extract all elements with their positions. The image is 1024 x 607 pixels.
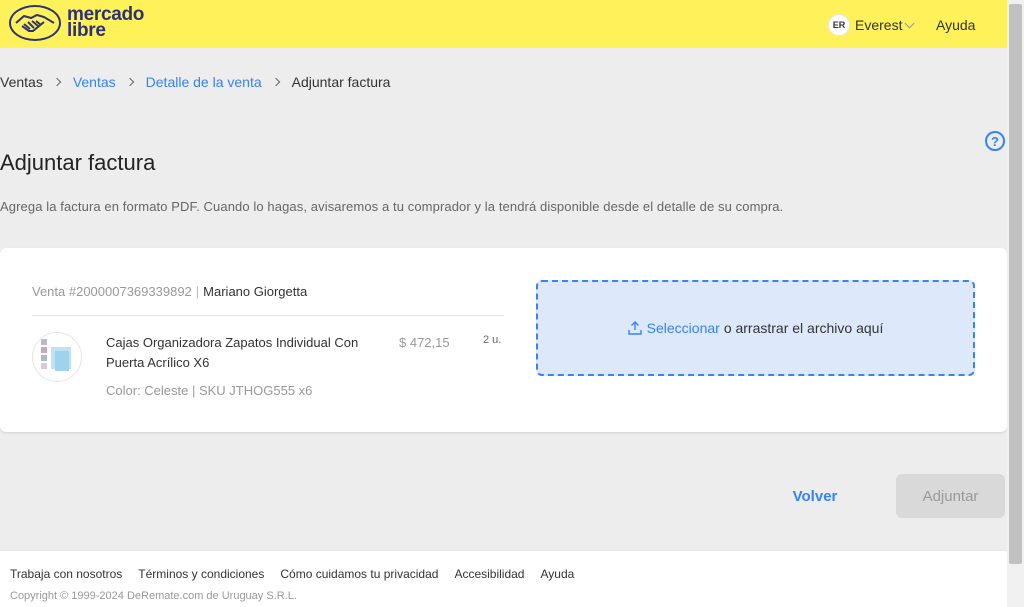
chevron-right-icon — [125, 77, 134, 87]
scrollbar-thumb[interactable] — [1009, 4, 1022, 564]
footer-links: Trabaja con nosotros Términos y condicio… — [10, 567, 590, 581]
copyright: Copyright © 1999-2024 DeRemate.com de Ur… — [10, 590, 297, 602]
separator: | — [195, 284, 200, 299]
breadcrumb-ventas-root: Ventas — [0, 74, 43, 90]
footer-link-jobs[interactable]: Trabaja con nosotros — [10, 567, 122, 581]
logo-text-line2: libre — [67, 20, 106, 41]
footer: Trabaja con nosotros Términos y condicio… — [0, 550, 1007, 607]
product-quantity: 2 u. — [483, 334, 502, 346]
select-file-link[interactable]: Seleccionar — [647, 320, 720, 336]
help-link[interactable]: Ayuda — [936, 17, 975, 33]
file-dropzone[interactable]: Seleccionar o arrastrar el archivo aquí — [536, 280, 975, 376]
breadcrumb-ventas-link[interactable]: Ventas — [73, 74, 116, 90]
dropzone-text: o arrastrar el archivo aquí — [723, 320, 884, 336]
product-title: Cajas Organizadora Zapatos Individual Co… — [106, 335, 359, 370]
handshake-icon — [9, 5, 61, 41]
user-menu[interactable]: ER Everest — [828, 14, 915, 36]
divider — [32, 315, 504, 316]
back-button[interactable]: Volver — [772, 475, 858, 517]
footer-link-help[interactable]: Ayuda — [540, 567, 574, 581]
sale-id: Venta #2000007369339892 — [32, 284, 192, 299]
vertical-scrollbar[interactable] — [1007, 0, 1024, 607]
page-description: Agrega la factura en formato PDF. Cuando… — [0, 199, 784, 214]
chevron-right-icon — [271, 77, 280, 87]
chevron-down-icon — [905, 18, 915, 28]
product-variant: Color: Celeste | SKU JTHOG555 x6 — [106, 383, 313, 398]
top-header: mercado libre ER Everest Ayuda — [0, 0, 1007, 48]
upload-icon — [627, 321, 642, 335]
sale-card: Venta #2000007369339892 | Mariano Giorgett… — [0, 248, 1007, 432]
product-thumbnail — [32, 332, 82, 382]
buyer-name: Mariano Giorgetta — [203, 284, 308, 299]
chevron-right-icon — [52, 77, 62, 87]
footer-link-accessibility[interactable]: Accesibilidad — [454, 567, 524, 581]
footer-link-privacy[interactable]: Cómo cuidamos tu privacidad — [280, 567, 438, 581]
help-question-icon[interactable]: ? — [985, 131, 1005, 151]
mercadolibre-logo[interactable]: mercado libre — [9, 5, 144, 41]
breadcrumb-current: Adjuntar factura — [291, 74, 391, 90]
sale-header: Venta #2000007369339892 | Mariano Giorgett… — [32, 284, 307, 299]
breadcrumb: Ventas Ventas Detalle de la venta Adjunt… — [0, 74, 390, 90]
page-title: Adjuntar factura — [0, 150, 156, 175]
attach-button[interactable]: Adjuntar — [896, 474, 1005, 518]
avatar: ER — [828, 14, 850, 36]
user-name: Everest — [855, 17, 903, 33]
breadcrumb-sale-detail-link[interactable]: Detalle de la venta — [146, 74, 262, 90]
product-price: $ 472,15 — [399, 335, 450, 350]
footer-link-terms[interactable]: Términos y condiciones — [138, 567, 264, 581]
